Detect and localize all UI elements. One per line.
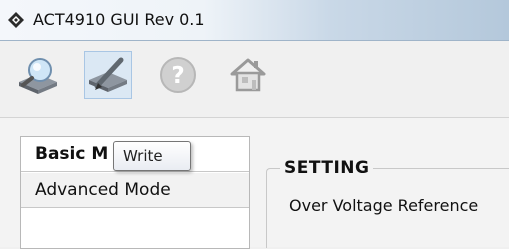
svg-text:?: ? [171, 63, 184, 89]
write-chip-icon [89, 57, 127, 92]
app-icon [8, 12, 24, 28]
help-button[interactable]: ? [154, 51, 202, 99]
write-tooltip: Write [113, 141, 191, 171]
write-chip-button[interactable] [84, 51, 132, 99]
tab-label-advanced: Advanced Mode [35, 180, 171, 200]
help-icon: ? [160, 57, 196, 93]
title-bar: ACT4910 GUI Rev 0.1 [0, 0, 509, 41]
home-button[interactable] [224, 51, 272, 99]
read-chip-button[interactable] [14, 51, 62, 99]
toolbar: ? [0, 41, 509, 118]
over-voltage-reference-label: Over Voltage Reference [289, 196, 479, 215]
window-title: ACT4910 GUI Rev 0.1 [33, 10, 205, 29]
tab-label-basic: Basic M [35, 144, 109, 164]
tab-advanced-mode[interactable]: Advanced Mode [21, 173, 249, 208]
setting-group-title: SETTING [280, 158, 374, 178]
read-chip-icon [19, 58, 57, 94]
home-icon [230, 58, 266, 92]
